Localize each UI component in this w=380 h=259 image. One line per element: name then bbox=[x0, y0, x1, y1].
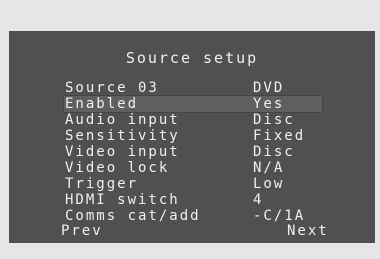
next-button[interactable]: Next bbox=[287, 223, 329, 239]
menu-item-value: N/A bbox=[253, 160, 285, 176]
menu-item-label: HDMI switch bbox=[65, 192, 180, 208]
menu-item-source[interactable]: Source 03 DVD bbox=[9, 80, 375, 96]
menu-item-label: Enabled bbox=[65, 96, 139, 112]
menu-item-label: Sensitivity bbox=[65, 128, 180, 144]
menu-item-value: Disc bbox=[253, 112, 295, 128]
menu-item-value: DVD bbox=[253, 80, 285, 96]
menu-item-video-input[interactable]: Video input Disc bbox=[9, 144, 375, 160]
menu-item-label: Comms cat/add bbox=[65, 208, 201, 224]
menu-item-value: -C/1A bbox=[253, 208, 306, 224]
osd-screen: Source setup Source 03 DVD Enabled Yes A… bbox=[9, 31, 375, 243]
menu-item-value: Low bbox=[253, 176, 285, 192]
menu-item-audio-input[interactable]: Audio input Disc bbox=[9, 112, 375, 128]
menu-item-sensitivity[interactable]: Sensitivity Fixed bbox=[9, 128, 375, 144]
menu-item-trigger[interactable]: Trigger Low bbox=[9, 176, 375, 192]
prev-button[interactable]: Prev bbox=[61, 223, 103, 239]
menu-item-label: Source 03 bbox=[65, 80, 159, 96]
menu-item-value: Disc bbox=[253, 144, 295, 160]
menu-item-label: Video input bbox=[65, 144, 180, 160]
menu-item-label: Trigger bbox=[65, 176, 139, 192]
menu-item-value: Yes bbox=[253, 96, 285, 112]
menu-item-video-lock[interactable]: Video lock N/A bbox=[9, 160, 375, 176]
menu-item-label: Audio input bbox=[65, 112, 180, 128]
menu-item-hdmi-switch[interactable]: HDMI switch 4 bbox=[9, 192, 375, 208]
menu-item-value: Fixed bbox=[253, 128, 306, 144]
menu-item-label: Video lock bbox=[65, 160, 170, 176]
screen-title: Source setup bbox=[125, 49, 259, 67]
menu-item-enabled[interactable]: Enabled Yes bbox=[9, 95, 375, 113]
menu-item-value: 4 bbox=[253, 192, 264, 208]
menu-item-comms-cat-add[interactable]: Comms cat/add -C/1A bbox=[9, 208, 375, 224]
